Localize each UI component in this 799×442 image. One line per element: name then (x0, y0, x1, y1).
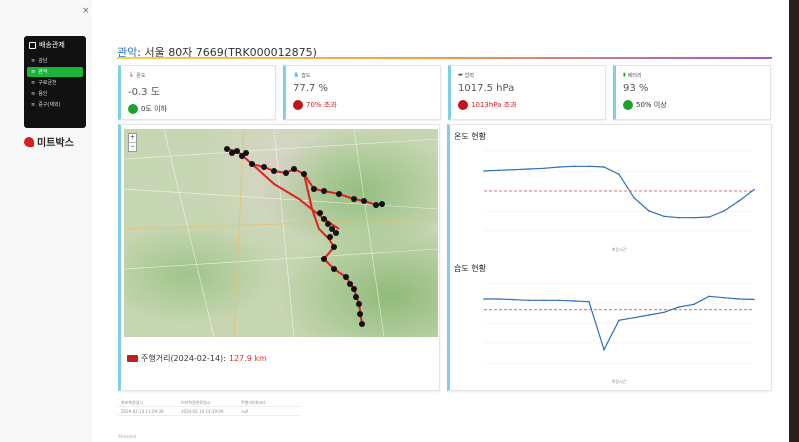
data-point (723, 210, 725, 212)
truck-icon (127, 355, 138, 362)
card-label: 습도 (301, 72, 311, 79)
status-dot (623, 100, 633, 110)
charts-panel: 온도 현황 측정시간 습도 현황 측정시간 (447, 124, 772, 391)
status-text: 70% 초과 (306, 101, 337, 109)
zoom-out-button[interactable]: − (129, 143, 136, 151)
sidebar-item-gangnam[interactable]: ≡ 강남 (27, 56, 83, 66)
nav-menu: 배송관제 ≡ 강남 ≡ 관악 ≡ 구로금천 ≡ 용인 ≡ 중구(재외) (24, 36, 86, 128)
divider (117, 57, 772, 59)
box-icon (29, 41, 36, 49)
data-point (633, 316, 635, 319)
data-point (693, 303, 695, 306)
hum-chart-title: 습도 현황 (454, 264, 486, 273)
zoom-in-button[interactable]: + (129, 134, 136, 143)
data-point (588, 165, 590, 168)
data-point (603, 348, 605, 351)
humidity-card: 💧 습도 77.7 % 70% 초과 (283, 65, 441, 120)
data-point (483, 170, 485, 172)
data-point (528, 299, 530, 302)
battery-card: ▮ 배터리 93 % 50% 이상 (613, 65, 771, 120)
route-map[interactable]: + − (124, 129, 438, 337)
data-point (528, 168, 530, 170)
data-point (663, 215, 665, 218)
card-label: 배터리 (627, 72, 642, 79)
distance-info: 주행거리(2024-02-14): 127.9 km (127, 353, 267, 364)
data-point (483, 298, 485, 300)
x-axis-label: 측정시간 (612, 246, 627, 252)
sidebar-item-yongin[interactable]: ≡ 용인 (27, 89, 83, 99)
data-point (618, 319, 620, 322)
data-point (498, 169, 500, 172)
data-point (678, 306, 680, 308)
card-value: 77.7 % (293, 83, 328, 94)
route-overlay (124, 129, 438, 337)
data-point (708, 216, 710, 218)
status-dot (458, 100, 468, 110)
data-point (513, 298, 515, 301)
data-point (738, 200, 740, 202)
data-point (633, 196, 635, 199)
data-point (603, 166, 605, 168)
data-point (723, 296, 725, 299)
menu-title: 배송관제 (39, 41, 65, 49)
status-dot (128, 104, 138, 114)
data-point (753, 188, 755, 191)
data-point (708, 295, 710, 298)
data-point (678, 216, 680, 219)
data-point (543, 167, 545, 170)
sidebar: × 배송관제 ≡ 강남 ≡ 관악 ≡ 구로금천 ≡ 용인 ≡ 중구(재외) 미트박스 (0, 0, 92, 442)
status-text: 50% 이상 (636, 101, 667, 109)
data-point (558, 166, 560, 168)
pressure-card: ▬ 압력 1017.5 hPa 1013hPa 초과 (448, 65, 606, 120)
brand-icon (24, 136, 34, 147)
data-point (648, 314, 650, 316)
status-text: 1013hPa 초과 (471, 101, 517, 109)
close-icon[interactable]: × (82, 6, 90, 16)
humidity-chart[interactable]: 측정시간 (454, 275, 768, 387)
footer: Streamlit (118, 434, 137, 439)
data-point (513, 168, 515, 171)
data-point (738, 298, 740, 300)
data-point (753, 298, 755, 301)
data-point (543, 299, 545, 302)
card-value: 93 % (623, 83, 649, 94)
data-point (663, 311, 665, 314)
data-point (588, 300, 590, 303)
temp-chart[interactable]: 측정시간 (454, 143, 768, 255)
sidebar-item-guro[interactable]: ≡ 구로금천 (27, 78, 83, 88)
x-axis-label: 측정시간 (612, 378, 627, 384)
map-panel: + − 주행거리(2024-02-14): 127.9 km (118, 124, 440, 391)
status-dot (293, 100, 303, 110)
data-point (573, 165, 575, 168)
data-point (693, 216, 695, 219)
main-content: 관악: 서울 80자 7669(TRK000012875) 🌡 온도 -0.3 도… (92, 0, 789, 442)
data-point (648, 210, 650, 212)
data-point (498, 298, 500, 300)
distance-value: 127.9 km (228, 354, 267, 363)
data-point (618, 173, 620, 176)
table-header-row: 최초측정일시 미터측정완료일시 주행거리(km) (118, 398, 300, 407)
zoom-controls: + − (128, 133, 137, 152)
card-label: 압력 (464, 72, 474, 79)
brand-logo: 미트박스 (24, 134, 74, 149)
data-point (573, 300, 575, 302)
card-value: -0.3 도 (128, 87, 160, 98)
card-label: 온도 (136, 72, 146, 79)
distance-label: 주행거리(2024-02-14): (141, 354, 226, 363)
temperature-card: 🌡 온도 -0.3 도 0도 이하 (118, 65, 276, 120)
status-text: 0도 이하 (141, 105, 167, 113)
table-row: 2024-02-14 11:59:39 2024-02-14 14:29:00 nu… (118, 407, 300, 416)
sidebar-item-junggu[interactable]: ≡ 중구(재외) (27, 100, 83, 110)
trip-table: 최초측정일시 미터측정완료일시 주행거리(km) 2024-02-14 11:59:… (118, 398, 300, 416)
menu-header: 배송관제 (29, 40, 83, 50)
temp-chart-title: 온도 현황 (454, 132, 486, 141)
sidebar-item-gwanak[interactable]: ≡ 관악 (27, 67, 83, 77)
card-value: 1017.5 hPa (458, 83, 515, 94)
data-point (558, 299, 560, 302)
